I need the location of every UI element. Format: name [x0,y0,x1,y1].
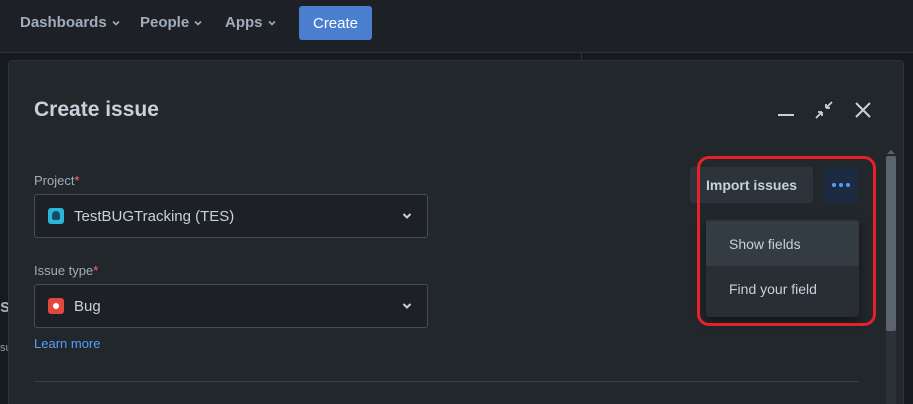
scroll-up-arrow-icon[interactable] [885,147,897,157]
project-select[interactable]: TestBUGTracking (TES) [34,194,428,238]
modal-title: Create issue [34,98,159,121]
issue-type-label-text: Issue type [34,263,94,278]
minimize-icon[interactable] [775,99,797,121]
learn-more-link[interactable]: Learn more [34,336,100,351]
collapse-icon[interactable] [813,99,835,121]
issue-type-label: Issue type* [34,263,98,278]
project-label: Project* [34,173,80,188]
project-label-text: Project [34,173,75,188]
nav-apps-label: Apps [225,14,263,31]
section-divider [34,381,859,382]
nav-people[interactable]: People [140,14,203,31]
chevron-down-icon [112,20,120,26]
issue-type-select[interactable]: Bug [34,284,428,328]
close-icon[interactable] [852,99,874,121]
project-select-value: TestBUGTracking (TES) [74,207,235,225]
required-marker: * [93,263,99,278]
project-avatar-icon [48,208,64,224]
chevron-down-icon [402,303,412,309]
nav-dashboards-label: Dashboards [20,14,107,31]
issue-type-select-value: Bug [74,297,101,315]
required-marker: * [74,173,80,188]
chevron-down-icon [267,20,276,26]
nav-apps[interactable]: Apps [225,14,277,31]
chevron-down-icon [194,20,202,26]
create-button[interactable]: Create [299,6,372,40]
nav-dashboards[interactable]: Dashboards [20,14,121,31]
bug-icon [48,298,64,314]
chevron-down-icon [402,213,412,219]
nav-people-label: People [140,14,190,31]
top-navigation: Dashboards People Apps Create [0,0,913,53]
create-issue-modal: Create issue Project* TestBUGTracking (T… [9,61,903,404]
highlight-annotation [697,156,876,326]
scrollbar-thumb[interactable] [886,156,896,331]
